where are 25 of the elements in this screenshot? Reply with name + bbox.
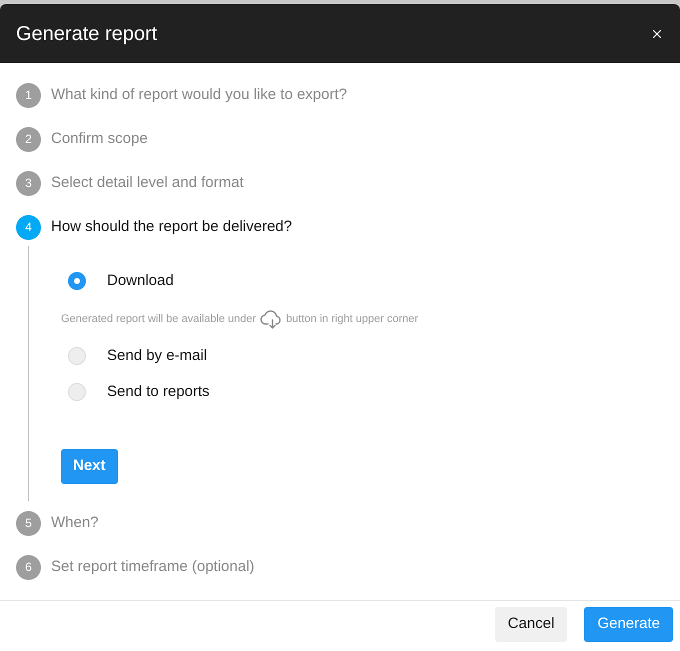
- radio-button[interactable]: [68, 383, 86, 401]
- step-number: 3: [16, 170, 41, 196]
- step-number: 2: [16, 126, 41, 152]
- step-title[interactable]: What kind of report would you like to export?: [51, 84, 347, 106]
- step-title[interactable]: How should the report be delivered?: [51, 216, 292, 238]
- next-button[interactable]: Next: [61, 449, 118, 484]
- hint-text: button in right upper corner: [286, 312, 418, 327]
- radio-button[interactable]: [68, 272, 86, 290]
- step-title[interactable]: When?: [51, 512, 99, 534]
- step-number: 4: [16, 214, 41, 240]
- option-label[interactable]: Send to reports: [107, 380, 210, 404]
- dialog-title: Generate report: [16, 22, 158, 46]
- option-label[interactable]: Send by e-mail: [107, 344, 208, 368]
- step-title[interactable]: Set report timeframe (optional): [51, 556, 254, 578]
- step-title[interactable]: Select detail level and format: [51, 172, 244, 194]
- step-title[interactable]: Confirm scope: [51, 128, 148, 150]
- cloud-download-icon: [260, 310, 282, 328]
- step-number: 1: [16, 82, 41, 108]
- hint-text: Generated report will be available under: [61, 312, 256, 327]
- option-label[interactable]: Download: [107, 270, 174, 292]
- step-number: 6: [16, 554, 41, 580]
- generate-button[interactable]: Generate: [584, 606, 673, 642]
- step-number: 5: [16, 510, 41, 536]
- radio-button[interactable]: [68, 347, 86, 365]
- cancel-button[interactable]: Cancel: [494, 606, 568, 642]
